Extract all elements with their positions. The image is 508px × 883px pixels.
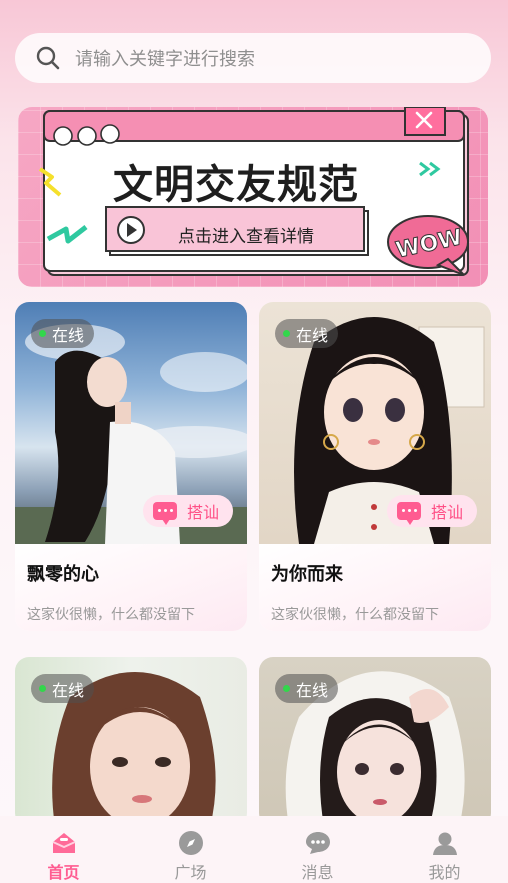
online-dot bbox=[39, 330, 46, 337]
chat-bubble-icon bbox=[396, 502, 421, 525]
user-card[interactable]: 在线 bbox=[259, 657, 491, 827]
user-photo: 在线 bbox=[259, 657, 491, 827]
greet-label: 搭讪 bbox=[186, 503, 219, 522]
search-bar[interactable]: 请输入关键字进行搜索 bbox=[15, 33, 491, 83]
bottom-tabbar: 首页 广场 消息 我的 bbox=[0, 816, 508, 883]
tab-square[interactable]: 广场 bbox=[127, 816, 254, 883]
online-dot bbox=[283, 685, 290, 692]
greet-button[interactable]: 搭讪 bbox=[386, 495, 477, 527]
compass-icon bbox=[178, 831, 203, 855]
greet-label: 搭讪 bbox=[430, 503, 463, 522]
tab-profile[interactable]: 我的 bbox=[381, 816, 508, 883]
user-info: 为你而来 这家伙很懒，什么都没留下 bbox=[259, 544, 491, 631]
rules-banner[interactable]: WOW 文明交友规范 点击进入查看详情 bbox=[18, 107, 488, 287]
banner-subtitle: 点击进入查看详情 bbox=[178, 227, 314, 247]
status-label: 在线 bbox=[296, 680, 329, 700]
banner-title: 文明交友规范 bbox=[113, 162, 359, 208]
tab-label: 消息 bbox=[301, 863, 334, 882]
status-label: 在线 bbox=[52, 680, 85, 700]
user-info: 飘零的心 这家伙很懒，什么都没留下 bbox=[15, 544, 247, 631]
status-label: 在线 bbox=[296, 325, 329, 345]
tab-messages[interactable]: 消息 bbox=[254, 816, 381, 883]
status-label: 在线 bbox=[52, 325, 85, 345]
user-photo: 在线 搭讪 bbox=[259, 302, 491, 544]
home-icon bbox=[52, 833, 75, 853]
online-badge: 在线 bbox=[275, 674, 339, 703]
search-input[interactable]: 请输入关键字进行搜索 bbox=[75, 45, 255, 71]
chat-bubble-icon bbox=[152, 502, 177, 525]
user-photo: 在线 bbox=[15, 657, 247, 827]
online-badge: 在线 bbox=[31, 319, 95, 348]
greet-button[interactable]: 搭讪 bbox=[142, 495, 233, 527]
search-icon bbox=[36, 46, 60, 70]
online-dot bbox=[283, 330, 290, 337]
tab-label: 首页 bbox=[47, 863, 80, 882]
tab-label: 我的 bbox=[428, 863, 461, 882]
user-name: 飘零的心 bbox=[27, 564, 99, 585]
user-card[interactable]: 在线 搭讪 飘零的心 这家伙很懒，什么都没留下 bbox=[15, 302, 247, 631]
user-card[interactable]: 在线 bbox=[15, 657, 247, 827]
online-badge: 在线 bbox=[275, 319, 339, 348]
user-card[interactable]: 在线 搭讪 为你而来 这家伙很懒，什么都没留下 bbox=[259, 302, 491, 631]
user-bio: 这家伙很懒，什么都没留下 bbox=[271, 607, 439, 623]
profile-icon bbox=[432, 832, 457, 855]
user-photo: 在线 搭讪 bbox=[15, 302, 247, 544]
online-badge: 在线 bbox=[31, 674, 95, 703]
chat-icon bbox=[305, 832, 330, 854]
tab-label: 广场 bbox=[174, 863, 207, 882]
user-bio: 这家伙很懒，什么都没留下 bbox=[27, 607, 195, 623]
tab-home[interactable]: 首页 bbox=[0, 816, 127, 883]
user-name: 为你而来 bbox=[271, 564, 343, 585]
online-dot bbox=[39, 685, 46, 692]
